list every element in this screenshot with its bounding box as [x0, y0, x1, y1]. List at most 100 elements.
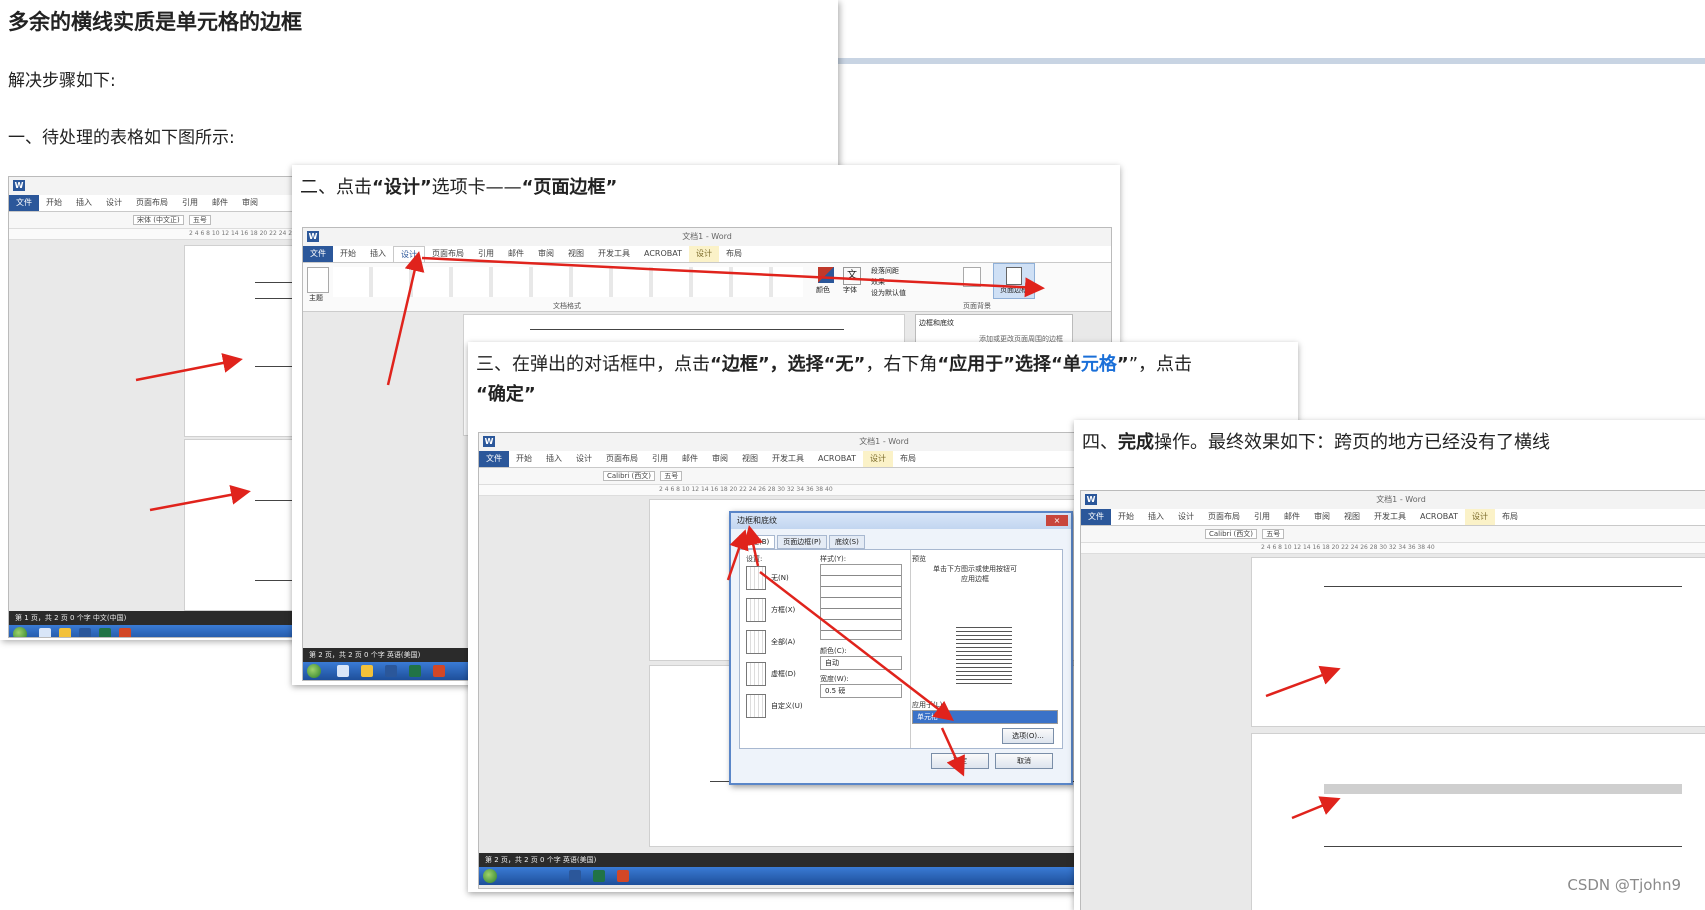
tab-design[interactable]: 设计: [99, 195, 129, 211]
fonts-icon[interactable]: 文: [843, 267, 861, 285]
tab-references[interactable]: 引用: [1247, 509, 1277, 525]
tab-insert[interactable]: 插入: [1141, 509, 1171, 525]
tab-home[interactable]: 开始: [39, 195, 69, 211]
tab-acrobat[interactable]: ACROBAT: [637, 246, 689, 262]
setting-custom[interactable]: 自定义(U): [746, 694, 803, 718]
tab-design[interactable]: 设计: [393, 246, 425, 262]
table-border-line: [1324, 586, 1682, 587]
tab-file[interactable]: 文件: [1081, 509, 1111, 525]
tab-insert[interactable]: 插入: [363, 246, 393, 262]
setting-box[interactable]: 方框(X): [746, 598, 795, 622]
effects-label[interactable]: 效果: [871, 277, 885, 287]
tab-acrobat[interactable]: ACROBAT: [811, 451, 863, 467]
tab-developer[interactable]: 开发工具: [591, 246, 637, 262]
caption-bold: “设计”: [372, 177, 432, 198]
tab-view[interactable]: 视图: [561, 246, 591, 262]
tab-review[interactable]: 审阅: [235, 195, 265, 211]
tab-home[interactable]: 开始: [333, 246, 363, 262]
tab-layout[interactable]: 页面布局: [425, 246, 471, 262]
tab-references[interactable]: 引用: [471, 246, 501, 262]
font-name-box[interactable]: Calibri (西文): [603, 471, 656, 481]
tab-table-design[interactable]: 设计: [1465, 509, 1495, 525]
close-icon[interactable]: ×: [1046, 515, 1068, 526]
style-gallery[interactable]: [333, 267, 803, 297]
tab-view[interactable]: 视图: [1337, 509, 1367, 525]
tab-file[interactable]: 文件: [303, 246, 333, 262]
ppt-taskbar-icon[interactable]: [433, 665, 445, 677]
tab-page-border[interactable]: 页面边框(P): [777, 535, 827, 549]
page-border-button[interactable]: 页面边框: [993, 263, 1035, 299]
tab-insert[interactable]: 插入: [69, 195, 99, 211]
ie-icon[interactable]: [39, 628, 51, 637]
tab-references[interactable]: 引用: [645, 451, 675, 467]
ppt-taskbar-icon[interactable]: [119, 628, 131, 637]
tab-table-layout[interactable]: 布局: [1495, 509, 1525, 525]
ok-button[interactable]: 确定: [931, 753, 989, 769]
font-name-box[interactable]: Calibri (西文): [1205, 529, 1258, 539]
tab-borders[interactable]: 边框(B): [739, 535, 776, 549]
word-taskbar-icon[interactable]: [385, 665, 397, 677]
tab-table-design[interactable]: 设计: [689, 246, 719, 262]
setting-none-icon: [746, 566, 766, 590]
tab-home[interactable]: 开始: [509, 451, 539, 467]
tab-table-design[interactable]: 设计: [863, 451, 893, 467]
tab-design[interactable]: 设计: [1171, 509, 1201, 525]
cell-link[interactable]: 元格: [1081, 354, 1117, 375]
tab-developer[interactable]: 开发工具: [1367, 509, 1413, 525]
style-list[interactable]: [820, 564, 902, 640]
font-size-box[interactable]: 五号: [1262, 529, 1285, 539]
tab-insert[interactable]: 插入: [539, 451, 569, 467]
divider: [910, 550, 911, 748]
start-orb-icon[interactable]: [13, 627, 27, 637]
tab-file[interactable]: 文件: [9, 195, 39, 211]
tab-file[interactable]: 文件: [479, 451, 509, 467]
tab-developer[interactable]: 开发工具: [765, 451, 811, 467]
font-name-box[interactable]: 宋体 (中文正): [133, 215, 184, 225]
word-taskbar-icon[interactable]: [569, 870, 581, 882]
tab-table-layout[interactable]: 布局: [893, 451, 923, 467]
tab-review[interactable]: 审阅: [705, 451, 735, 467]
color-select[interactable]: 自动: [820, 656, 902, 670]
start-orb-icon[interactable]: [483, 869, 497, 883]
apply-to-select[interactable]: 单元格: [912, 710, 1058, 724]
preview-area[interactable]: [912, 584, 1052, 694]
theme-icon[interactable]: [307, 267, 329, 293]
tab-acrobat[interactable]: ACROBAT: [1413, 509, 1465, 525]
setting-grid[interactable]: 虚框(D): [746, 662, 796, 686]
tab-review[interactable]: 审阅: [1307, 509, 1337, 525]
tab-shading[interactable]: 底纹(S): [828, 535, 865, 549]
tab-design[interactable]: 设计: [569, 451, 599, 467]
tab-mailings[interactable]: 邮件: [205, 195, 235, 211]
folder-icon[interactable]: [361, 665, 373, 677]
set-default-label[interactable]: 设为默认值: [871, 288, 906, 298]
font-size-box[interactable]: 五号: [660, 471, 683, 481]
excel-taskbar-icon[interactable]: [99, 628, 111, 637]
options-button[interactable]: 选项(O)...: [1002, 728, 1054, 744]
tab-layout[interactable]: 页面布局: [129, 195, 175, 211]
tab-view[interactable]: 视图: [735, 451, 765, 467]
ie-icon[interactable]: [337, 665, 349, 677]
tab-table-layout[interactable]: 布局: [719, 246, 749, 262]
excel-taskbar-icon[interactable]: [409, 665, 421, 677]
ppt-taskbar-icon[interactable]: [617, 870, 629, 882]
setting-all[interactable]: 全部(A): [746, 630, 795, 654]
para-spacing-label[interactable]: 段落间距: [871, 266, 899, 276]
width-select[interactable]: 0.5 磅: [820, 684, 902, 698]
colors-icon[interactable]: [818, 267, 834, 283]
font-size-box[interactable]: 五号: [188, 215, 211, 225]
tab-review[interactable]: 审阅: [531, 246, 561, 262]
tab-mailings[interactable]: 邮件: [501, 246, 531, 262]
tab-mailings[interactable]: 邮件: [675, 451, 705, 467]
tab-references[interactable]: 引用: [175, 195, 205, 211]
folder-icon[interactable]: [59, 628, 71, 637]
cancel-button[interactable]: 取消: [995, 753, 1053, 769]
tab-mailings[interactable]: 邮件: [1277, 509, 1307, 525]
setting-none[interactable]: 无(N): [746, 566, 789, 590]
start-orb-icon[interactable]: [307, 664, 321, 678]
tab-layout[interactable]: 页面布局: [599, 451, 645, 467]
page-color-icon[interactable]: [963, 267, 981, 287]
word-taskbar-icon[interactable]: [79, 628, 91, 637]
tab-home[interactable]: 开始: [1111, 509, 1141, 525]
excel-taskbar-icon[interactable]: [593, 870, 605, 882]
tab-layout[interactable]: 页面布局: [1201, 509, 1247, 525]
